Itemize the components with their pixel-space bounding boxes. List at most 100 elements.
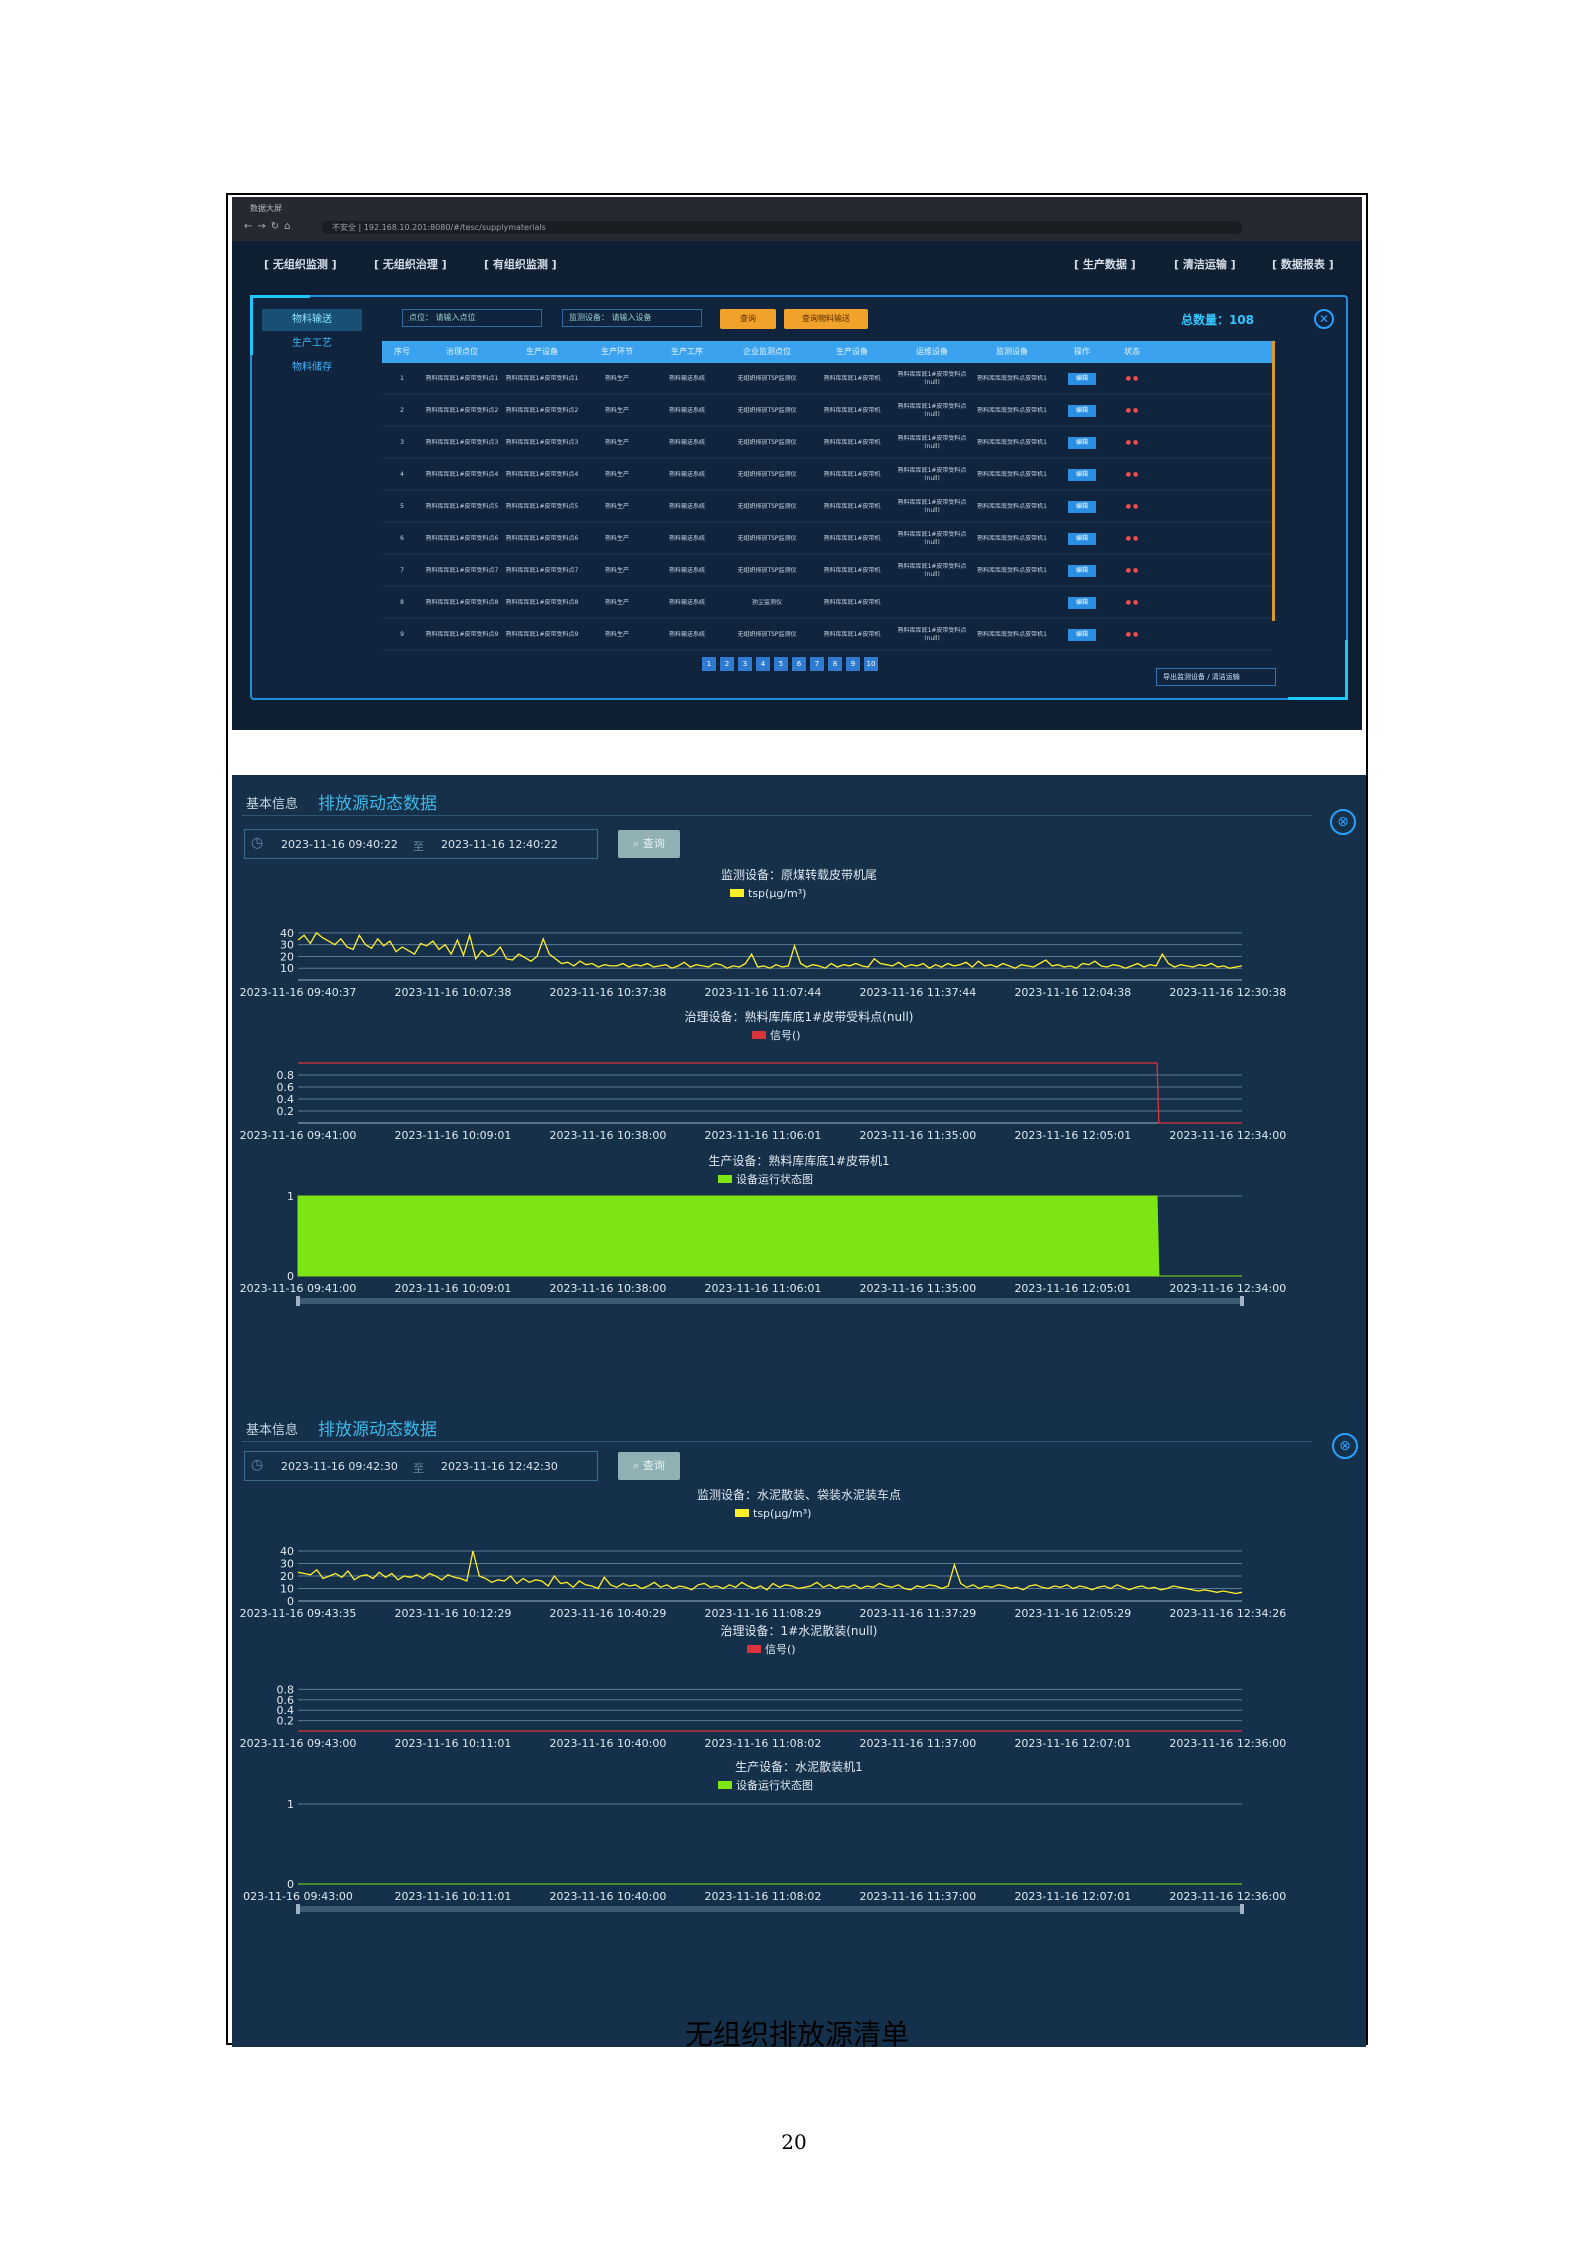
x-tick-label: 2023-11-16 11:08:02 — [705, 1890, 822, 1903]
point-filter[interactable]: 点位： 请输入点位 — [402, 309, 542, 327]
menu-item[interactable]: [ 生产数据 ] — [1074, 256, 1136, 272]
column-header: 序号 — [394, 347, 410, 356]
range-separator: 至 — [413, 1462, 424, 1475]
legend-swatch — [718, 1781, 732, 1789]
query-button[interactable]: ⌕ 查询 — [618, 1452, 680, 1480]
device-filter[interactable]: 监测设备： 请输入设备 — [562, 309, 702, 327]
browser-tab[interactable]: 数据大屏 — [250, 203, 282, 214]
page-button[interactable]: 7 — [810, 657, 824, 671]
table-row[interactable]: 8 熟料库库底1#皮带受料点8 熟料库库底1#皮带受料点8 熟料生产 熟料输送系统 扬尘监… — [382, 587, 1272, 619]
column-header: 治理点位 — [446, 347, 478, 356]
panel-title[interactable]: 排放源动态数据 — [318, 789, 437, 814]
start-time[interactable]: 2023-11-16 09:42:30 — [281, 1460, 398, 1473]
range-separator: 至 — [413, 840, 424, 853]
address-bar[interactable]: 不安全 | 192.168.10.201:8080/#/tesc/supplym… — [322, 221, 1242, 234]
edit-button[interactable]: 编辑 — [1067, 564, 1096, 577]
basic-info-tab[interactable]: 基本信息 — [246, 1419, 298, 1438]
search-button[interactable]: 查询 — [720, 309, 776, 329]
edit-button[interactable]: 编辑 — [1067, 628, 1096, 641]
nav-arrows-icon[interactable]: ←→↻⌂ — [244, 221, 295, 232]
corner-decoration — [1288, 640, 1348, 700]
table-row[interactable]: 3 熟料库库底1#皮带受料点3 熟料库库底1#皮带受料点3 熟料生产 熟料输送系统 无组织… — [382, 427, 1272, 459]
close-icon[interactable]: ⊗ — [1332, 1433, 1358, 1459]
reset-button[interactable]: 查询物料输送 — [784, 309, 868, 329]
x-tick-label: 2023-11-16 11:37:00 — [859, 1890, 976, 1903]
sidebar-item[interactable]: 物料储存 — [262, 357, 362, 379]
x-tick-label: 2023-11-16 11:37:29 — [859, 1607, 976, 1619]
page-button[interactable]: 2 — [720, 657, 734, 671]
page-button[interactable]: 3 — [738, 657, 752, 671]
table-cell: 熟料库库底1#皮带受料点(null) — [897, 626, 967, 642]
edit-button[interactable]: 编辑 — [1067, 468, 1096, 481]
data-table: 序号 治理点位 生产设备 生产环节 生产工序 企业监测点位 生产设备 运维设备 监测设备 操作 状态… — [382, 341, 1272, 651]
table-row[interactable]: 7 熟料库库底1#皮带受料点7 熟料库库底1#皮带受料点7 熟料生产 熟料输送系统 无组织… — [382, 555, 1272, 587]
export-button[interactable]: 导出监测设备 / 清洁运输 — [1156, 668, 1276, 686]
page-button[interactable]: 6 — [792, 657, 806, 671]
chart-title: 监测设备：水泥散装、袋装水泥装车点 — [697, 1487, 901, 1502]
panel-title[interactable]: 排放源动态数据 — [318, 1415, 437, 1440]
x-tick-label: 2023-11-16 12:36:00 — [1169, 1890, 1286, 1903]
page-button[interactable]: 5 — [774, 657, 788, 671]
table-cell: 熟料生产 — [604, 598, 629, 606]
query-label: 查询 — [642, 837, 665, 850]
close-icon[interactable]: ⊗ — [1330, 809, 1356, 835]
table-cell: 熟料库库底受料点皮带机1 — [977, 438, 1047, 446]
table-cell: 熟料库库底1#皮带机 — [823, 502, 881, 510]
column-header: 生产设备 — [836, 347, 868, 356]
start-time[interactable]: 2023-11-16 09:40:22 — [281, 838, 398, 851]
end-time[interactable]: 2023-11-16 12:42:30 — [441, 1460, 558, 1473]
table-cell: 熟料库库底1#皮带机 — [823, 406, 881, 414]
basic-info-tab[interactable]: 基本信息 — [246, 793, 298, 812]
edit-button[interactable]: 编辑 — [1067, 596, 1096, 609]
series-line — [298, 1062, 1242, 1124]
menu-item[interactable]: [ 无组织监测 ] — [264, 256, 337, 272]
edit-button[interactable]: 编辑 — [1067, 404, 1096, 417]
page-button[interactable]: 9 — [846, 657, 860, 671]
x-tick-label: 2023-11-16 11:08:29 — [705, 1607, 822, 1619]
table-row[interactable]: 2 熟料库库底1#皮带受料点2 熟料库库底1#皮带受料点2 熟料生产 熟料输送系统 无组织… — [382, 395, 1272, 427]
x-tick-label: 2023-11-16 10:38:00 — [550, 1282, 667, 1295]
table-cell: 5 — [400, 502, 404, 510]
page-button[interactable]: 10 — [864, 657, 878, 671]
menu-item[interactable]: [ 无组织治理 ] — [374, 256, 447, 272]
table-cell: 熟料生产 — [604, 438, 629, 446]
scrollbar[interactable] — [1272, 341, 1275, 621]
list-panel: 物料输送 生产工艺 物料储存 点位： 请输入点位 监测设备： 请输入设备 查询 … — [250, 295, 1348, 700]
table-cell: 熟料库库底1#皮带机 — [823, 470, 881, 478]
legend-swatch — [730, 889, 744, 897]
edit-button[interactable]: 编辑 — [1067, 532, 1096, 545]
table-cell: 无组织排放TSP监测仪 — [737, 502, 797, 510]
table-cell: 熟料输送系统 — [668, 598, 705, 606]
x-tick-label: 2023-11-16 09:40:37 — [240, 986, 357, 999]
page-button[interactable]: 1 — [702, 657, 716, 671]
edit-button[interactable]: 编辑 — [1067, 436, 1096, 449]
table-row[interactable]: 1 熟料库库底1#皮带受料点1 熟料库库底1#皮带受料点1 熟料生产 熟料输送系统 无组织… — [382, 363, 1272, 395]
chart-title: 监测设备：原煤转载皮带机尾 — [721, 867, 877, 882]
close-icon[interactable]: ✕ — [1314, 309, 1334, 329]
chart-title: 治理设备：熟料库库底1#皮带受料点(null) — [685, 1009, 914, 1024]
signal-chart: 治理设备：1#水泥散装(null)信号()0.80.60.40.22023-11… — [240, 1623, 1287, 1750]
table-row[interactable]: 4 熟料库库底1#皮带受料点4 熟料库库底1#皮带受料点4 熟料生产 熟料输送系统 无组织… — [382, 459, 1272, 491]
table-row[interactable]: 5 熟料库库底1#皮带受料点5 熟料库库底1#皮带受料点5 熟料生产 熟料输送系统 无组织… — [382, 491, 1272, 523]
emission-panel-1: 基本信息 排放源动态数据 ⊗ ◷ 2023-11-16 09:40:22 至 2… — [232, 775, 1366, 1403]
y-tick-label: 30 — [280, 1558, 294, 1571]
end-time[interactable]: 2023-11-16 12:40:22 — [441, 838, 558, 851]
edit-button[interactable]: 编辑 — [1067, 500, 1096, 513]
page-button[interactable]: 4 — [756, 657, 770, 671]
table-cell: 熟料库库底1#皮带机 — [823, 598, 881, 606]
date-range-picker[interactable]: ◷ 2023-11-16 09:42:30 至 2023-11-16 12:42… — [244, 1451, 598, 1481]
menu-item[interactable]: [ 数据报表 ] — [1272, 256, 1334, 272]
menu-item[interactable]: [ 清洁运输 ] — [1174, 256, 1236, 272]
query-button[interactable]: ⌕ 查询 — [618, 830, 680, 858]
table-cell: 熟料输送系统 — [668, 566, 705, 574]
table-row[interactable]: 6 熟料库库底1#皮带受料点6 熟料库库底1#皮带受料点6 熟料生产 熟料输送系统 无组织… — [382, 523, 1272, 555]
edit-button[interactable]: 编辑 — [1067, 372, 1096, 385]
page-button[interactable]: 8 — [828, 657, 842, 671]
table-row[interactable]: 9 熟料库库底1#皮带受料点9 熟料库库底1#皮带受料点9 熟料生产 熟料输送系统 无组织… — [382, 619, 1272, 651]
table-cell: 熟料库库底1#皮带受料点6 — [425, 534, 499, 542]
date-range-picker[interactable]: ◷ 2023-11-16 09:40:22 至 2023-11-16 12:40… — [244, 829, 598, 859]
status-dot-icon: ● ● — [1125, 470, 1139, 478]
table-cell: 无组织排放TSP监测仪 — [737, 534, 797, 542]
menu-item[interactable]: [ 有组织监测 ] — [484, 256, 557, 272]
column-header: 企业监测点位 — [743, 347, 791, 356]
